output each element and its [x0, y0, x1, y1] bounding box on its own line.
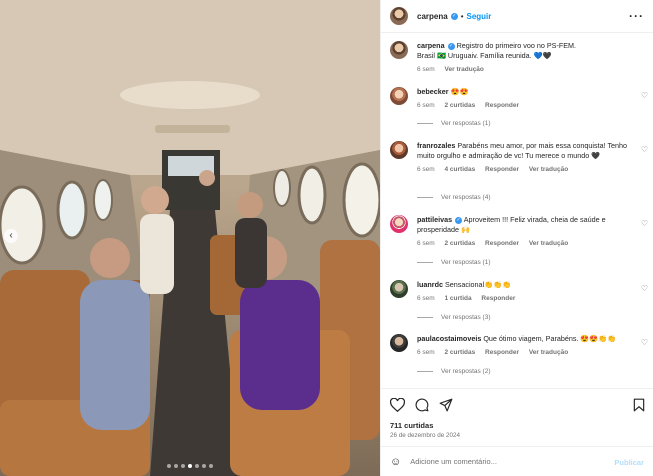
comment-username[interactable]: bebecker	[417, 87, 449, 96]
replies-divider	[417, 123, 433, 124]
commenter-avatar[interactable]	[390, 215, 408, 233]
comment-item: pattileivas ✓ Aproveitem !!! Feliz virada…	[390, 215, 648, 249]
caption-time: 6 sem	[417, 66, 435, 73]
comment-item: paulacostaimoveis Que ótimo viagem, Para…	[390, 334, 648, 358]
carousel-dot[interactable]	[174, 464, 178, 468]
comment-likes[interactable]: 4 curtidas	[445, 166, 476, 173]
follow-button[interactable]: Seguir	[467, 12, 492, 21]
like-comment-heart-icon[interactable]: ♡	[641, 219, 648, 228]
view-replies-label: Ver respostas (3)	[441, 314, 491, 321]
carousel-dots	[0, 464, 380, 468]
reply-button[interactable]: Responder	[485, 102, 519, 109]
view-replies-button[interactable]: Ver respostas (1)	[417, 120, 491, 127]
comment-username[interactable]: luanrdc	[417, 280, 443, 289]
commenter-avatar[interactable]	[390, 280, 408, 298]
view-replies-button[interactable]: Ver respostas (1)	[417, 259, 491, 266]
view-replies-button[interactable]: Ver respostas (3)	[417, 314, 491, 321]
carousel-dot[interactable]	[195, 464, 199, 468]
carousel-dot[interactable]	[209, 464, 213, 468]
comment-time: 6 sem	[417, 102, 435, 109]
emoji-smiley-icon[interactable]: ☺	[390, 456, 401, 468]
view-replies-label: Ver respostas (1)	[441, 259, 491, 266]
replies-divider	[417, 371, 433, 372]
verified-badge-icon: ✓	[450, 12, 458, 20]
comment-time: 6 sem	[417, 349, 435, 356]
comment-likes[interactable]: 2 curtidas	[445, 349, 476, 356]
comment-translate-link[interactable]: Ver tradução	[529, 166, 568, 173]
comment-item: bebecker 😍😍 6 sem 2 curtidas Responder ♡	[390, 87, 648, 111]
view-replies-label: Ver respostas (4)	[441, 194, 491, 201]
commenter-avatar[interactable]	[390, 87, 408, 105]
caption-text-line2: Brasil 🇧🇷 Uruguaiv. Família reunida. 💙🖤	[417, 51, 552, 60]
add-comment-input[interactable]	[410, 457, 601, 466]
comment-likes[interactable]: 2 curtidas	[445, 240, 476, 247]
carousel-dot[interactable]	[181, 464, 185, 468]
like-comment-heart-icon[interactable]: ♡	[641, 91, 648, 100]
share-paper-plane-icon[interactable]	[439, 398, 453, 412]
view-replies-label: Ver respostas (1)	[441, 120, 491, 127]
comments-list[interactable]: carpena ✓ Registro do primeiro voo no PS-…	[381, 33, 653, 388]
caption-translate-link[interactable]: Ver tradução	[445, 66, 484, 73]
commenter-avatar[interactable]	[390, 141, 408, 159]
commenter-avatar[interactable]	[390, 334, 408, 352]
comment-username[interactable]: pattileivas	[417, 215, 452, 224]
view-replies-button[interactable]: Ver respostas (4)	[417, 194, 491, 201]
verified-badge-icon: ✓	[447, 42, 455, 50]
comment-text: 😍😍	[450, 87, 469, 96]
add-comment-bar: ☺ Publicar	[381, 446, 653, 476]
carousel-dot[interactable]	[202, 464, 206, 468]
caption-text-line1: Registro do primeiro voo no PS-FEM.	[456, 41, 577, 50]
separator-dot: •	[460, 11, 464, 21]
comment-time: 6 sem	[417, 166, 435, 173]
comment-time: 6 sem	[417, 295, 435, 302]
comment-item: franrozales Parabéns meu amor, por mais …	[390, 141, 648, 175]
comment-text: Que ótimo viagem, Parabéns. 😍😍👏👏	[483, 334, 617, 343]
comment-item: luanrdc Sensacional👏👏👏 6 sem 1 curtida R…	[390, 280, 648, 304]
view-replies-button[interactable]: Ver respostas (2)	[417, 368, 491, 375]
post-actions: 711 curtidas 26 de dezembro de 2024	[381, 388, 653, 446]
reply-button[interactable]: Responder	[485, 166, 519, 173]
save-bookmark-icon[interactable]	[633, 398, 645, 412]
like-heart-icon[interactable]	[390, 398, 405, 412]
author-avatar[interactable]	[390, 41, 408, 59]
reply-button[interactable]: Responder	[481, 295, 515, 302]
post-photo[interactable]: ‹	[0, 0, 380, 476]
like-comment-heart-icon[interactable]: ♡	[641, 145, 648, 154]
replies-divider	[417, 197, 433, 198]
comment-likes[interactable]: 2 curtidas	[445, 102, 476, 109]
carousel-dot[interactable]	[188, 464, 192, 468]
author-username[interactable]: carpena	[417, 12, 448, 21]
post-header: carpena ✓ • Seguir ···	[381, 0, 653, 33]
comment-time: 6 sem	[417, 240, 435, 247]
replies-divider	[417, 262, 433, 263]
post-side-panel: carpena ✓ • Seguir ··· carpena ✓ Registro…	[380, 0, 653, 476]
caption-username[interactable]: carpena	[417, 41, 445, 50]
post-caption: carpena ✓ Registro do primeiro voo no PS-…	[390, 41, 648, 75]
comment-username[interactable]: paulacostaimoveis	[417, 334, 481, 343]
carousel-dot[interactable]	[167, 464, 171, 468]
reply-button[interactable]: Responder	[485, 240, 519, 247]
view-replies-label: Ver respostas (2)	[441, 368, 491, 375]
comment-text: Sensacional👏👏👏	[444, 280, 511, 289]
airplane-cabin-image	[0, 0, 380, 476]
replies-divider	[417, 317, 433, 318]
like-comment-heart-icon[interactable]: ♡	[641, 338, 648, 347]
like-comment-heart-icon[interactable]: ♡	[641, 284, 648, 293]
comment-translate-link[interactable]: Ver tradução	[529, 349, 568, 356]
likes-count[interactable]: 711 curtidas	[390, 421, 433, 430]
verified-badge-icon: ✓	[455, 216, 463, 224]
comment-likes[interactable]: 1 curtida	[445, 295, 472, 302]
more-horizontal-icon[interactable]: ···	[629, 9, 644, 23]
comment-translate-link[interactable]: Ver tradução	[529, 240, 568, 247]
author-avatar[interactable]	[390, 7, 408, 25]
publish-button[interactable]: Publicar	[614, 458, 644, 467]
reply-button[interactable]: Responder	[485, 349, 519, 356]
comment-username[interactable]: franrozales	[417, 141, 455, 150]
comment-bubble-icon[interactable]	[415, 398, 429, 412]
post-date: 26 de dezembro de 2024	[390, 432, 461, 439]
carousel-prev-icon[interactable]: ‹	[4, 229, 18, 243]
